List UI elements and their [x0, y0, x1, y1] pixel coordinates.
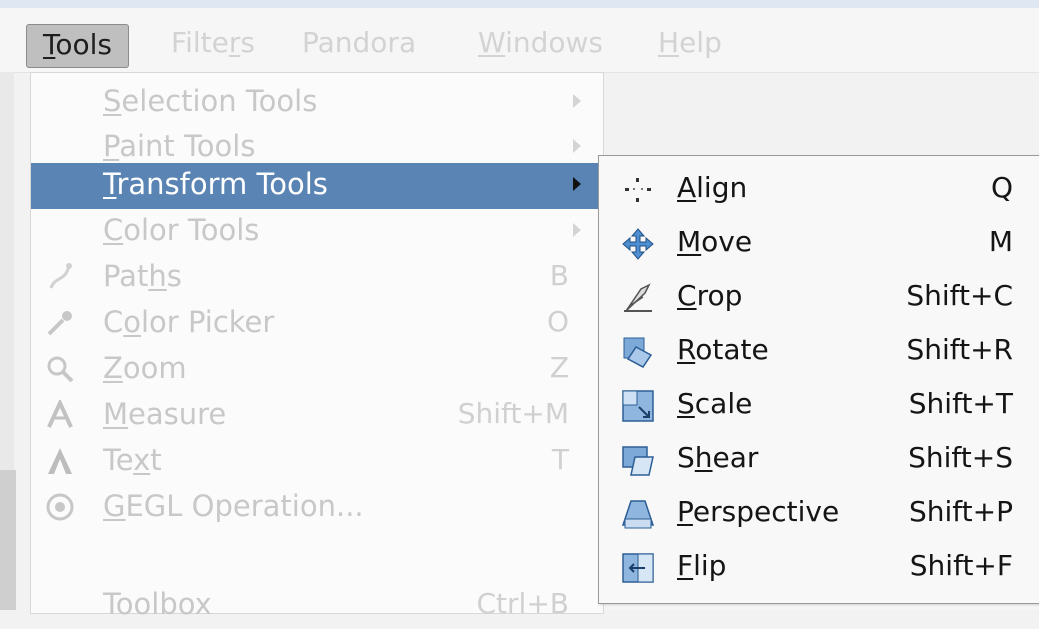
menu-item-color-picker[interactable]: Color Picker O [31, 301, 603, 347]
perspective-icon [621, 500, 655, 529]
submenu-arrow-icon [573, 94, 581, 108]
menu-item-text[interactable]: Text T [31, 439, 603, 485]
submenu-arrow-icon [573, 139, 581, 153]
menu-item-transform-tools[interactable]: Transform Tools [31, 163, 603, 209]
menu-item-measure[interactable]: Measure Shift+M [31, 393, 603, 439]
menu-item-selection-tools[interactable]: Selection Tools [31, 80, 603, 126]
submenu-arrow-icon [573, 223, 581, 237]
submenu-item-align[interactable]: Align Q [599, 162, 1039, 216]
text-icon [48, 448, 72, 474]
tools-menu: Selection Tools Paint Tools Transform To… [30, 72, 604, 621]
menu-windows[interactable]: Windows [478, 23, 603, 63]
color-picker-icon [47, 311, 72, 336]
rotate-icon [623, 337, 653, 368]
menu-filters[interactable]: Filters [171, 23, 255, 63]
menu-item-color-tools[interactable]: Color Tools [31, 209, 603, 255]
crop-icon [624, 283, 652, 312]
submenu-item-perspective[interactable]: Perspective Shift+P [599, 486, 1039, 540]
submenu-item-rotate[interactable]: Rotate Shift+R [599, 324, 1039, 378]
submenu-arrow-icon [573, 177, 581, 191]
window-top-strip [0, 0, 1039, 8]
submenu-item-move[interactable]: Move M [599, 216, 1039, 270]
measure-icon [47, 400, 73, 428]
menu-item-zoom[interactable]: Zoom Z [31, 347, 603, 393]
align-icon [625, 178, 651, 202]
menu-bar: Tools Filters Pandora Windows Help [0, 8, 1039, 73]
move-icon [622, 228, 654, 260]
menu-help[interactable]: Help [658, 23, 722, 63]
background-panel-lower [0, 470, 16, 610]
scale-icon [622, 390, 654, 422]
menu-item-paths[interactable]: Paths B [31, 255, 603, 301]
gegl-icon [46, 493, 74, 521]
zoom-icon [47, 356, 74, 383]
transform-tools-submenu: Align Q Move M Crop Shift+C Rotate Shift… [598, 155, 1039, 604]
shear-icon [622, 446, 654, 476]
submenu-item-crop[interactable]: Crop Shift+C [599, 270, 1039, 324]
menu-tools[interactable]: Tools [26, 24, 129, 68]
submenu-item-flip[interactable]: Flip Shift+F [599, 540, 1039, 594]
paths-icon [49, 263, 72, 289]
flip-icon [622, 553, 654, 583]
menu-pandora[interactable]: Pandora [302, 23, 416, 63]
submenu-item-scale[interactable]: Scale Shift+T [599, 378, 1039, 432]
menu-item-gegl-operation[interactable]: GEGL Operation... [31, 485, 603, 531]
submenu-item-shear[interactable]: Shear Shift+S [599, 432, 1039, 486]
menu-item-toolbox[interactable]: Toolbox Ctrl+B [31, 583, 603, 629]
